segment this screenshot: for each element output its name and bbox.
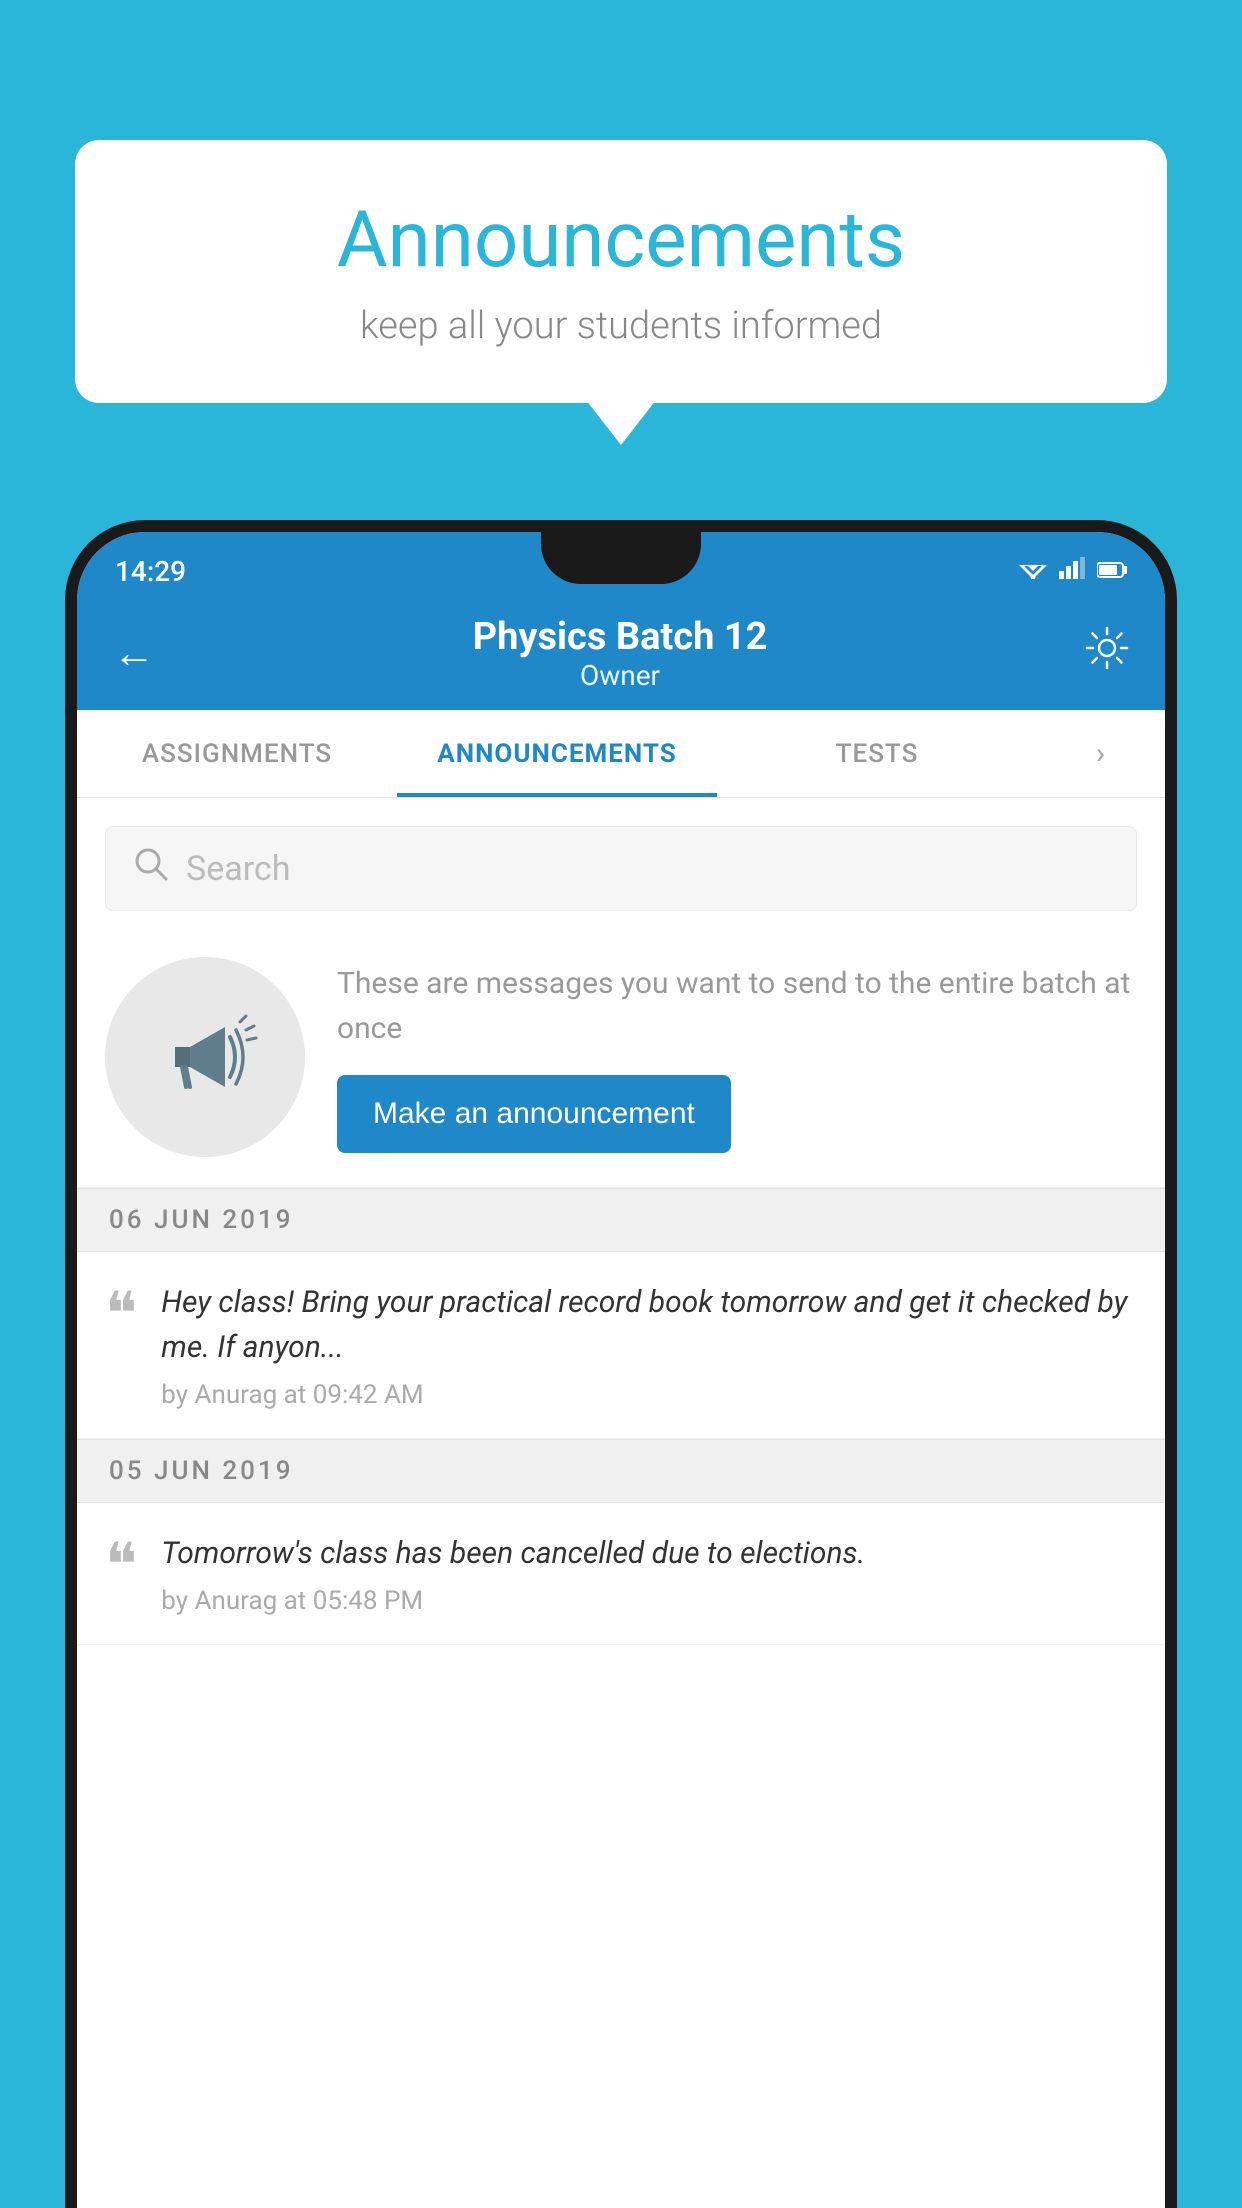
announcement-content-1: Hey class! Bring your practical record b… (161, 1280, 1137, 1410)
header-subtitle: Owner (473, 659, 768, 692)
make-announcement-button[interactable]: Make an announcement (337, 1075, 731, 1153)
phone-frame: 14:29 (65, 520, 1177, 2208)
announcement-item-2: ❝ Tomorrow's class has been cancelled du… (77, 1503, 1165, 1645)
tabs-bar: ASSIGNMENTS ANNOUNCEMENTS TESTS › (77, 710, 1165, 798)
announcement-content-2: Tomorrow's class has been cancelled due … (161, 1531, 1137, 1616)
announcement-text-2: Tomorrow's class has been cancelled due … (161, 1531, 1137, 1576)
header-title: Physics Batch 12 (473, 615, 768, 659)
announcement-meta-2: by Anurag at 05:48 PM (161, 1586, 1137, 1616)
wifi-icon (1019, 557, 1047, 585)
battery-icon (1097, 557, 1127, 585)
back-button[interactable]: ← (113, 629, 155, 678)
megaphone-icon (150, 1002, 260, 1112)
search-icon (134, 847, 168, 890)
speech-bubble-title: Announcements (135, 195, 1107, 286)
announcement-text-1: Hey class! Bring your practical record b… (161, 1280, 1137, 1370)
status-time: 14:29 (115, 555, 186, 588)
date-separator-1: 06 JUN 2019 (77, 1188, 1165, 1252)
phone-screen: 14:29 (77, 532, 1165, 2208)
empty-state-description: These are messages you want to send to t… (337, 961, 1137, 1051)
date-separator-2: 05 JUN 2019 (77, 1439, 1165, 1503)
empty-state: These are messages you want to send to t… (77, 927, 1165, 1188)
speech-bubble: Announcements keep all your students inf… (75, 140, 1167, 403)
speech-bubble-container: Announcements keep all your students inf… (75, 140, 1167, 403)
megaphone-circle (105, 957, 305, 1157)
signal-icon (1059, 557, 1085, 585)
tab-announcements[interactable]: ANNOUNCEMENTS (397, 710, 717, 797)
search-placeholder: Search (186, 849, 290, 889)
status-icons (1019, 557, 1127, 585)
header-center: Physics Batch 12 Owner (473, 615, 768, 692)
status-bar: 14:29 (77, 532, 1165, 600)
search-bar[interactable]: Search (105, 826, 1137, 911)
app-header: ← Physics Batch 12 Owner (77, 600, 1165, 710)
content-area: Search (77, 798, 1165, 1645)
gear-button[interactable] (1085, 626, 1129, 680)
announcement-item-1: ❝ Hey class! Bring your practical record… (77, 1252, 1165, 1439)
speech-bubble-subtitle: keep all your students informed (135, 304, 1107, 348)
quote-icon-2: ❝ (105, 1535, 137, 1616)
tab-assignments[interactable]: ASSIGNMENTS (77, 710, 397, 797)
tab-tests[interactable]: TESTS (717, 710, 1037, 797)
notch (541, 532, 701, 584)
empty-state-right: These are messages you want to send to t… (337, 961, 1137, 1153)
announcement-meta-1: by Anurag at 09:42 AM (161, 1380, 1137, 1410)
quote-icon-1: ❝ (105, 1284, 137, 1410)
tab-more[interactable]: › (1037, 710, 1165, 797)
